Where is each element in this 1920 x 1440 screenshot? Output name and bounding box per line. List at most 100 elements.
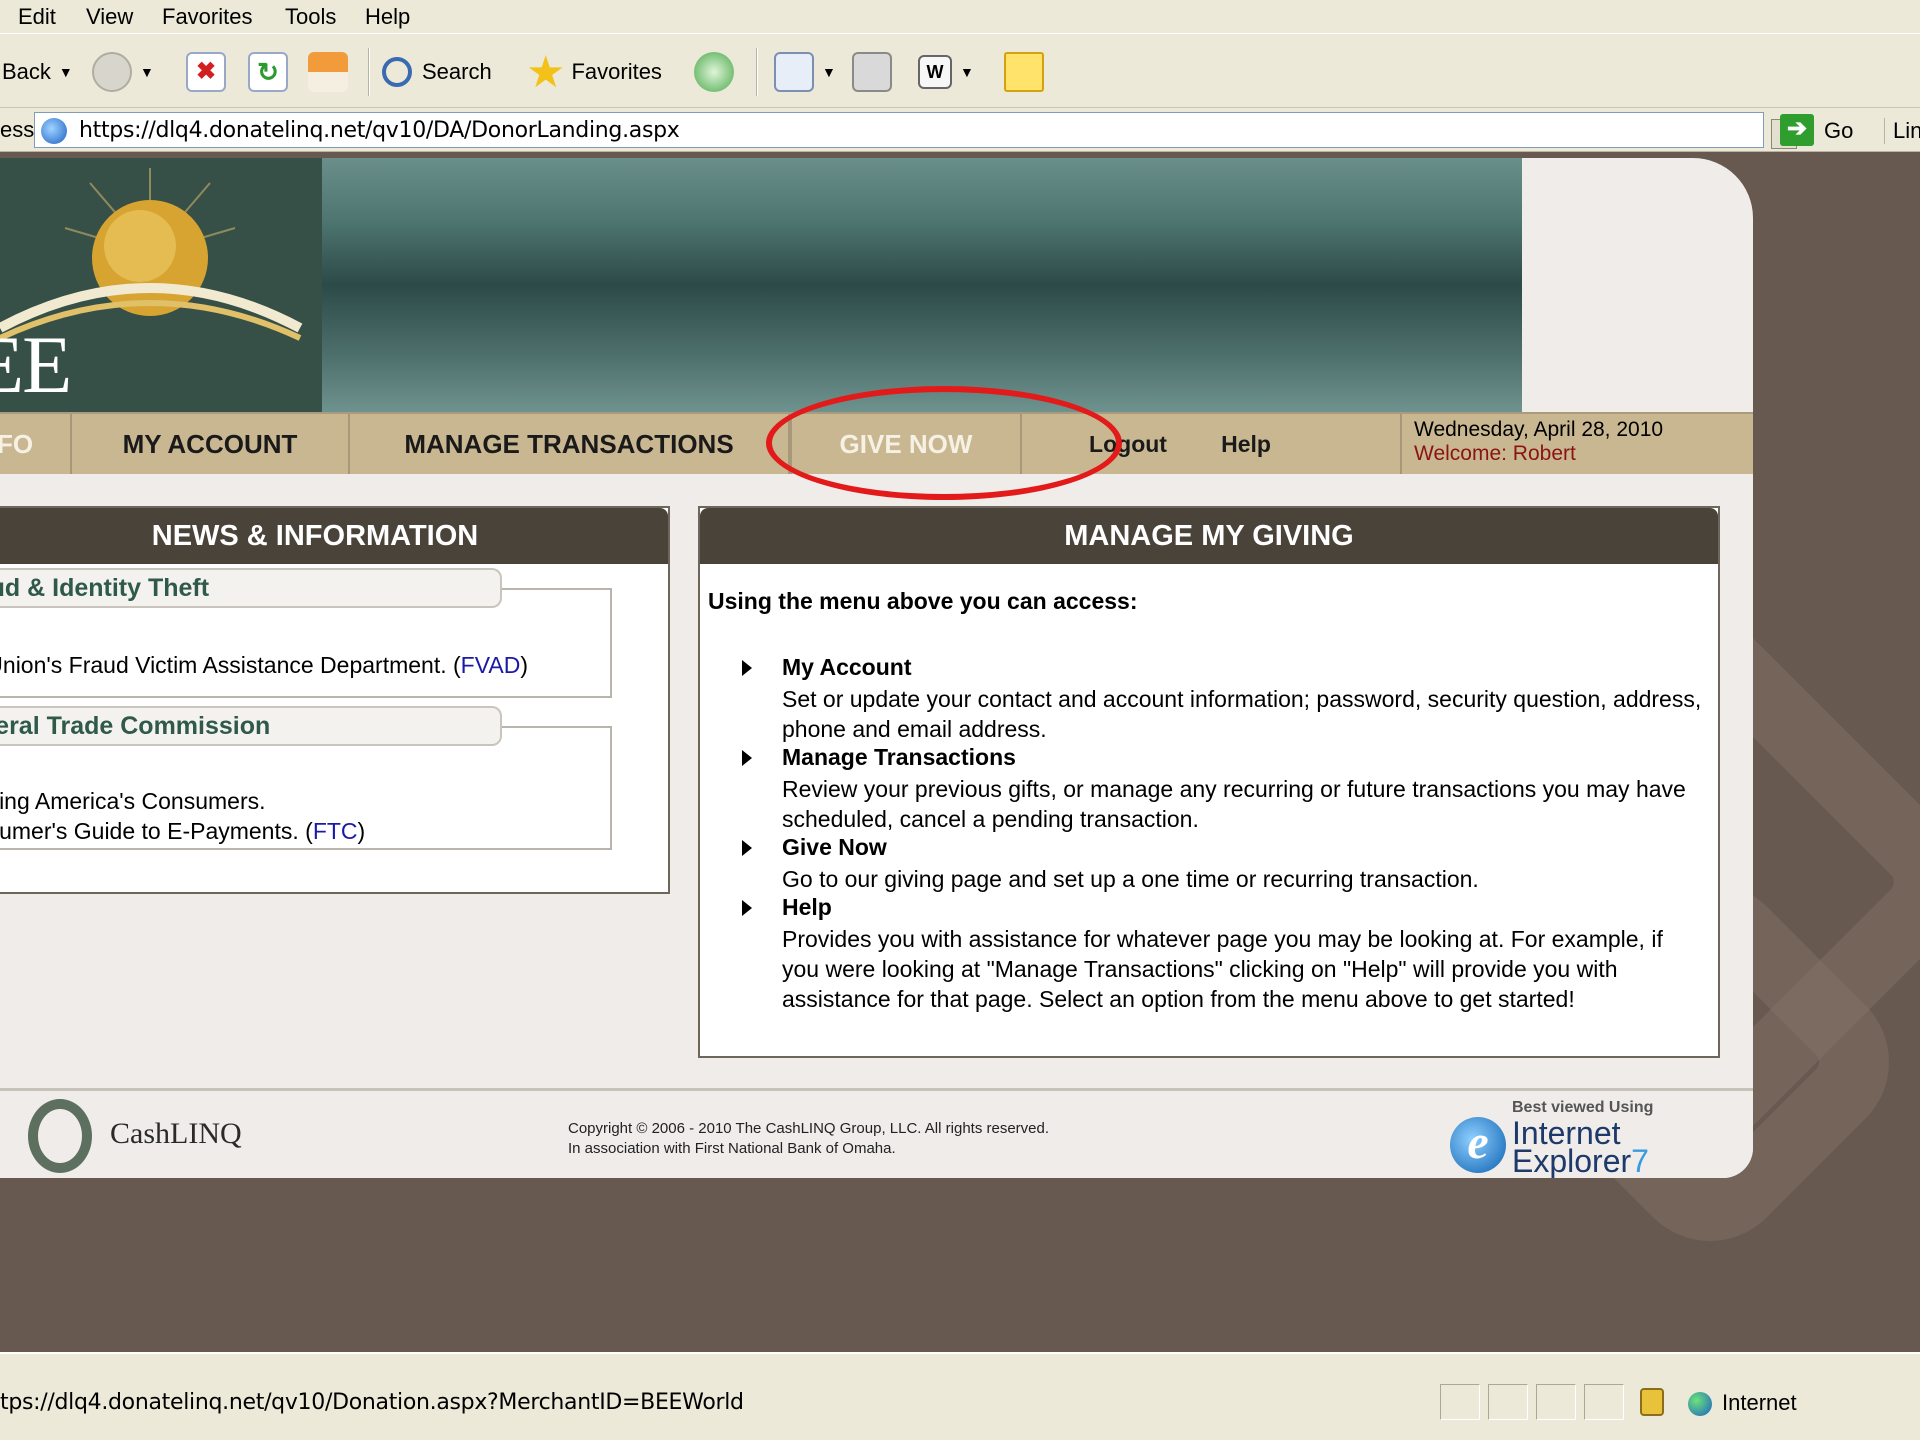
history-button[interactable] — [694, 36, 734, 108]
ie-logo-icon: e — [1450, 1117, 1506, 1173]
logo-text: EE WORLD — [0, 319, 72, 410]
star-icon: ★ — [526, 47, 566, 97]
forward-icon — [92, 52, 132, 92]
ftc-link[interactable]: FTC — [313, 818, 358, 844]
ie-page-icon — [41, 118, 67, 144]
menu-bar: Edit View Favorites Tools Help — [0, 0, 1920, 34]
forward-button[interactable]: ▼ — [92, 36, 154, 108]
manage-item-desc: Review your previous gifts, or manage an… — [782, 776, 1686, 832]
status-bar: tps://dlq4.donatelinq.net/qv10/Donation.… — [0, 1352, 1920, 1440]
nav-manage-transactions[interactable]: MANAGE TRANSACTIONS — [350, 414, 790, 474]
page-viewport: EE WORLD FO MY ACCOUNT MANAGE TRANSACTIO… — [0, 152, 1920, 1352]
back-button[interactable]: Back ▼ — [2, 36, 73, 108]
bullet-arrow-icon — [742, 660, 752, 676]
favorites-button[interactable]: ★ Favorites — [526, 36, 662, 108]
news-text-ftc: tecting America's Consumers. — [0, 788, 266, 814]
menu-edit[interactable]: Edit — [18, 4, 56, 30]
manage-item-title: Give Now — [782, 834, 887, 860]
status-cell — [1536, 1384, 1576, 1420]
stop-icon: ✖ — [186, 52, 226, 92]
manage-panel-title: MANAGE MY GIVING — [700, 508, 1718, 564]
lock-icon[interactable] — [1640, 1388, 1664, 1416]
back-dropdown-icon[interactable]: ▼ — [59, 64, 73, 80]
current-date: Wednesday, April 28, 2010 — [1414, 418, 1664, 441]
search-icon — [382, 57, 412, 87]
manage-item-desc: Set or update your contact and account i… — [782, 686, 1702, 742]
welcome-text: Welcome: Robert — [1414, 442, 1576, 465]
forward-dropdown-icon[interactable]: ▼ — [140, 64, 154, 80]
nav-my-account[interactable]: MY ACCOUNT — [72, 414, 350, 474]
status-url: tps://dlq4.donatelinq.net/qv10/Donation.… — [0, 1390, 744, 1415]
address-url: https://dlq4.donatelinq.net/qv10/DA/Dono… — [79, 118, 680, 143]
highlight-annotation — [766, 386, 1122, 500]
mail-icon — [774, 52, 814, 92]
site-footer: CashLINQ Copyright © 2006 - 2010 The Cas… — [0, 1088, 1753, 1178]
ie-name-line2: Explorer7 — [1512, 1143, 1649, 1178]
links-button[interactable]: Lin — [1884, 118, 1920, 144]
news-text-fraud: nsUnion's Fraud Victim Assistance Depart… — [0, 652, 528, 679]
news-panel: NEWS & INFORMATION raud & Identity Theft… — [0, 506, 670, 894]
go-button[interactable]: Go — [1824, 118, 1853, 144]
manage-item-title: My Account — [782, 654, 912, 680]
manage-giving-panel: MANAGE MY GIVING Using the menu above yo… — [698, 506, 1720, 1058]
word-icon: W — [918, 55, 952, 89]
address-bar: ess https://dlq4.donatelinq.net/qv10/DA/… — [0, 108, 1920, 152]
toolbar-separator — [756, 48, 758, 96]
date-welcome: Wednesday, April 28, 2010 Welcome: Rober… — [1400, 414, 1663, 474]
status-cell — [1584, 1384, 1624, 1420]
edit-dropdown-icon[interactable]: ▼ — [960, 64, 974, 80]
menu-favorites[interactable]: Favorites — [162, 4, 252, 30]
cashlinq-logo: CashLINQ — [110, 1117, 242, 1150]
news-group-fraud: raud & Identity Theft nsUnion's Fraud Vi… — [0, 568, 612, 698]
news-text-ftc-guide: onsumer's Guide to E-Payments. (FTC) — [0, 818, 365, 845]
menu-view[interactable]: View — [86, 4, 133, 30]
copyright-line: Copyright © 2006 - 2010 The CashLINQ Gro… — [568, 1120, 1050, 1137]
association-line: In association with First National Bank … — [568, 1140, 896, 1157]
news-line-end: ) — [357, 818, 366, 844]
refresh-button[interactable]: ↻ — [248, 36, 288, 108]
news-group-ftc: ederal Trade Commission tecting America'… — [0, 706, 612, 850]
search-button[interactable]: Search — [382, 36, 492, 108]
news-line-end: ) — [520, 652, 528, 678]
bullet-arrow-icon — [742, 750, 752, 766]
go-arrow-icon[interactable]: ➔ — [1780, 114, 1814, 146]
print-button[interactable] — [852, 36, 892, 108]
notes-button[interactable] — [1004, 36, 1044, 108]
edit-word-button[interactable]: W ▼ — [918, 36, 974, 108]
bullet-arrow-icon — [742, 840, 752, 856]
mail-dropdown-icon[interactable]: ▼ — [822, 64, 836, 80]
mail-button[interactable]: ▼ — [774, 36, 836, 108]
address-label: ess — [0, 117, 35, 142]
banner-stripe — [322, 158, 1522, 412]
status-cell — [1488, 1384, 1528, 1420]
address-input[interactable]: https://dlq4.donatelinq.net/qv10/DA/Dono… — [34, 112, 1797, 149]
news-heading-fraud: raud & Identity Theft — [0, 568, 502, 608]
manage-item-title: Manage Transactions — [782, 744, 1016, 770]
stop-button[interactable]: ✖ — [186, 36, 226, 108]
ie-version: 7 — [1631, 1143, 1649, 1178]
manage-intro: Using the menu above you can access: — [708, 588, 1138, 614]
nav-info[interactable]: FO — [0, 414, 72, 474]
back-label: Back — [2, 59, 51, 84]
news-heading-ftc: ederal Trade Commission — [0, 706, 502, 746]
internet-zone-icon — [1688, 1392, 1712, 1416]
refresh-icon: ↻ — [248, 52, 288, 92]
site-logo: EE WORLD — [0, 158, 322, 412]
toolbar-separator — [368, 48, 370, 96]
security-zone[interactable]: Internet — [1722, 1390, 1797, 1416]
nav-help[interactable]: Help — [1196, 414, 1296, 474]
browser-toolbar: Back ▼ ▼ ✖ ↻ Search ★ Favorites ▼ W ▼ — [0, 36, 1920, 108]
search-label: Search — [422, 59, 492, 84]
copyright-text: Copyright © 2006 - 2010 The CashLINQ Gro… — [568, 1119, 1049, 1159]
favorites-label: Favorites — [571, 59, 662, 84]
note-icon — [1004, 52, 1044, 92]
site-banner: EE WORLD — [0, 158, 1522, 412]
menu-tools[interactable]: Tools — [285, 4, 336, 30]
history-icon — [694, 52, 734, 92]
news-line: onsumer's Guide to E-Payments. ( — [0, 818, 313, 844]
home-button[interactable] — [308, 36, 348, 108]
manage-item-desc: Provides you with assistance for whateve… — [782, 926, 1663, 1012]
menu-help[interactable]: Help — [365, 4, 410, 30]
home-icon — [308, 52, 348, 92]
fvad-link[interactable]: FVAD — [461, 652, 521, 678]
